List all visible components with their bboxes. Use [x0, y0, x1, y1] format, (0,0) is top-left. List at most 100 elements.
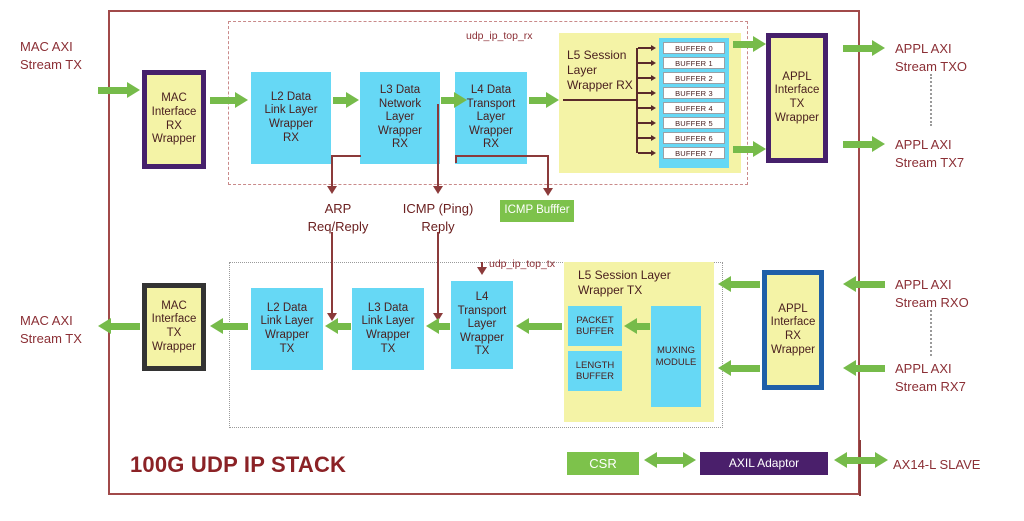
- arrow-l3-to-l4: [441, 92, 467, 108]
- arrow-mac-axi-tx-in: [98, 82, 140, 98]
- length-buffer-block[interactable]: LENGTH BUFFER: [568, 351, 622, 391]
- appl-axi-stream-tx0-label: APPL AXI Stream TXO: [895, 41, 968, 74]
- axi4-lite-slave-label: AX14-L SLAVE: [893, 457, 981, 472]
- arrow-l4-to-l3tx: [426, 318, 450, 334]
- appl-interface-rx-wrapper[interactable]: APPL Interface RX Wrapper: [762, 270, 824, 390]
- rx-buffer-tap-6: [638, 137, 652, 139]
- l3-data-link-layer-wrapper-tx[interactable]: L3 Data Link Layer Wrapper TX: [352, 288, 424, 370]
- udp-ip-top-tx-label: udp_ip_top_tx: [489, 258, 555, 270]
- arrow-mux-to-packetbuf: [624, 318, 650, 334]
- buffer-label: BUFFER 7: [675, 148, 713, 158]
- l3-rx-label: L3 Data Network Layer Wrapper RX: [378, 84, 422, 151]
- l5-session-tx-title: L5 Session Layer Wrapper TX: [578, 268, 671, 297]
- rx-buffer-tap-3: [638, 92, 652, 94]
- l5-session-rx-title: L5 Session Layer Wrapper RX: [567, 48, 633, 92]
- l4-tx-top-arrow: [477, 267, 487, 275]
- rx-buffer-tap-0: [638, 47, 652, 49]
- arrow-l5-buf0-to-appl: [733, 36, 766, 52]
- rx-buffer-tap-4: [638, 107, 652, 109]
- arrow-l3-to-l2tx: [325, 318, 351, 334]
- l2-data-link-layer-wrapper-rx[interactable]: L2 Data Link Layer Wrapper RX: [251, 72, 331, 164]
- csr-label: CSR: [589, 455, 617, 471]
- buffer-label: BUFFER 3: [675, 88, 713, 98]
- icmp-ping-reply-label: ICMP (Ping) Reply: [402, 201, 474, 234]
- appl-axi-stream-rx7-label: APPL AXI Stream RX7: [895, 361, 966, 394]
- appl-axi-stream-tx7-label: APPL AXI Stream TX7: [895, 137, 965, 170]
- list-item[interactable]: BUFFER 3: [663, 87, 725, 99]
- arrow-l5-buf7-to-appl: [733, 141, 766, 157]
- mac-interface-rx-wrapper-label: MAC Interface RX Wrapper: [151, 92, 197, 146]
- list-item[interactable]: BUFFER 2: [663, 72, 725, 84]
- rx-buffer-arrow-0: [651, 44, 656, 51]
- list-item[interactable]: BUFFER 6: [663, 132, 725, 144]
- mac-interface-rx-wrapper[interactable]: MAC Interface RX Wrapper: [142, 70, 206, 169]
- packet-buffer-block[interactable]: PACKET BUFFER: [568, 306, 622, 346]
- arrow-csr-axil: [644, 452, 696, 468]
- arrow-applrx-to-l5-top: [718, 276, 760, 292]
- arrow-applrx-to-l5-bot: [718, 360, 760, 376]
- csr-block[interactable]: CSR: [567, 452, 639, 475]
- icmp-buffer-tap-arrow: [543, 188, 553, 196]
- icmp-buffer-tap-h: [455, 155, 549, 157]
- l2-data-link-layer-wrapper-tx[interactable]: L2 Data Link Layer Wrapper TX: [251, 288, 323, 370]
- udp-ip-top-rx-label: udp_ip_top_rx: [466, 30, 533, 42]
- rx-buffer-arrow-3: [651, 89, 656, 96]
- arrow-l2-to-mactx: [210, 318, 248, 334]
- rx-channels-ellipsis: [930, 310, 932, 356]
- l2-rx-label: L2 Data Link Layer Wrapper RX: [264, 90, 318, 144]
- axil-adaptor-label: AXIL Adaptor: [728, 456, 800, 471]
- l3-tx-label: L3 Data Link Layer Wrapper TX: [361, 301, 415, 355]
- arrow-appl-tx7-out: [843, 136, 885, 152]
- page-title: 100G UDP IP STACK: [130, 452, 347, 477]
- mac-interface-tx-wrapper[interactable]: MAC Interface TX Wrapper: [142, 283, 206, 371]
- rx-buffer-bus-feed: [563, 99, 637, 101]
- icmp-buffer-tap-v2: [547, 155, 549, 189]
- rx-buffer-tap-2: [638, 77, 652, 79]
- list-item[interactable]: BUFFER 7: [663, 147, 725, 159]
- arp-tap-line-h: [331, 155, 361, 157]
- icmp-tap-arrow: [433, 186, 443, 194]
- list-item[interactable]: BUFFER 1: [663, 57, 725, 69]
- buffer-label: BUFFER 1: [675, 58, 713, 68]
- appl-interface-rx-wrapper-label: APPL Interface RX Wrapper: [770, 302, 816, 356]
- rx-buffer-arrow-4: [651, 104, 656, 111]
- l4-transport-layer-wrapper-tx[interactable]: L4 Transport Layer Wrapper TX: [451, 281, 513, 369]
- buffer-label: BUFFER 4: [675, 103, 713, 113]
- l4-data-transport-layer-wrapper-rx[interactable]: L4 Data Transport Layer Wrapper RX: [455, 72, 527, 164]
- appl-interface-tx-wrapper[interactable]: APPL Interface TX Wrapper: [766, 33, 828, 163]
- icmp-buffer-label: ICMP Bufffer: [504, 204, 570, 217]
- l3-data-network-layer-wrapper-rx[interactable]: L3 Data Network Layer Wrapper RX: [360, 72, 440, 164]
- rx-buffer-arrow-6: [651, 134, 656, 141]
- rx-buffer-arrow-5: [651, 119, 656, 126]
- arrow-l2-to-l3: [333, 92, 359, 108]
- l4-tx-label: L4 Transport Layer Wrapper TX: [457, 291, 507, 358]
- appl-interface-tx-wrapper-label: APPL Interface TX Wrapper: [774, 70, 820, 124]
- mac-axi-stream-tx-out-label: MAC AXI Stream TX: [20, 313, 82, 346]
- appl-axi-stream-rx0-label: APPL AXI Stream RXO: [895, 277, 969, 310]
- icmp-buffer-block[interactable]: ICMP Bufffer: [500, 200, 574, 222]
- rx-buffer-tap-1: [638, 62, 652, 64]
- buffer-label: BUFFER 6: [675, 133, 713, 143]
- mac-interface-tx-wrapper-label: MAC Interface TX Wrapper: [151, 299, 197, 353]
- arrow-appl-rx7-in: [843, 360, 885, 376]
- list-item[interactable]: BUFFER 5: [663, 117, 725, 129]
- muxing-module-label: MUXING MODULE: [655, 345, 697, 368]
- rx-buffer-arrow-2: [651, 74, 656, 81]
- arrow-appl-tx0-out: [843, 40, 885, 56]
- muxing-module-block[interactable]: MUXING MODULE: [651, 306, 701, 407]
- axil-riser-line: [859, 440, 861, 496]
- arrow-macrx-to-l2: [210, 92, 248, 108]
- arrow-mac-axi-tx-out: [98, 318, 140, 334]
- l4-rx-label: L4 Data Transport Layer Wrapper RX: [466, 84, 516, 151]
- axil-adaptor-block[interactable]: AXIL Adaptor: [700, 452, 828, 475]
- arrow-l4-to-l5: [529, 92, 559, 108]
- length-buffer-label: LENGTH BUFFER: [575, 359, 615, 382]
- list-item[interactable]: BUFFER 4: [663, 102, 725, 114]
- buffer-label: BUFFER 2: [675, 73, 713, 83]
- packet-buffer-label: PACKET BUFFER: [576, 314, 614, 337]
- tx-channels-ellipsis: [930, 74, 932, 126]
- arp-tap-arrow: [327, 186, 337, 194]
- arp-req-reply-label: ARP Req/Reply: [307, 201, 369, 234]
- buffer-label: BUFFER 0: [675, 43, 713, 53]
- list-item[interactable]: BUFFER 0: [663, 42, 725, 54]
